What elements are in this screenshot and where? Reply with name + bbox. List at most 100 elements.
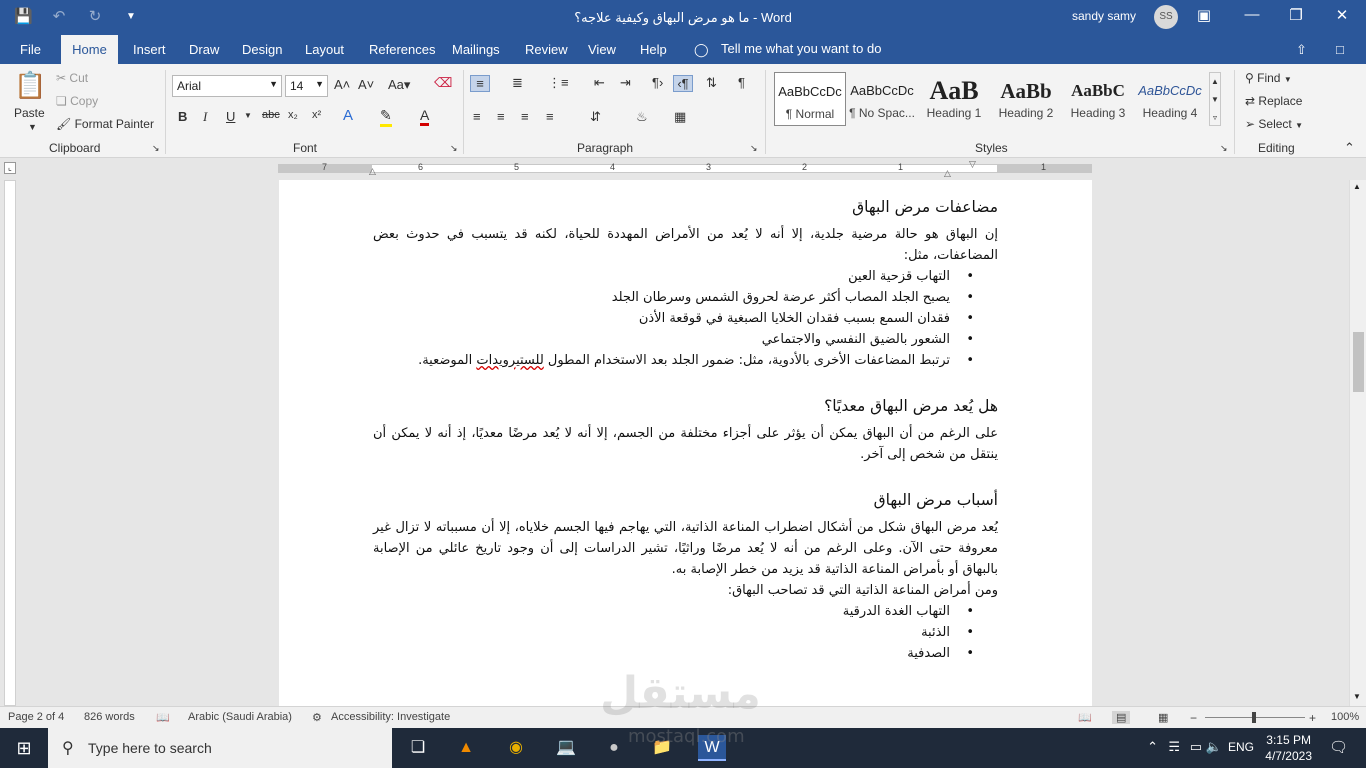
underline-chevron-icon[interactable]: ▼ [244,111,252,120]
bullets-icon[interactable]: ≡ [470,75,490,92]
language[interactable]: Arabic (Saudi Arabia) [188,711,292,723]
document-page[interactable]: مضاعفات مرض البهاق إن البهاق هو حالة مرض… [279,180,1092,706]
tab-draw[interactable]: Draw [189,42,219,57]
align-center-icon[interactable]: ≡ [497,109,505,124]
read-mode-icon[interactable]: 📖 [1078,711,1092,724]
line-spacing-icon[interactable]: ⇵ [590,109,601,125]
computer-icon[interactable]: 💻 [552,735,580,761]
highlight-icon[interactable]: ✎ [380,107,392,127]
avatar[interactable]: SS [1154,5,1178,29]
word-count[interactable]: 826 words [84,711,135,723]
vertical-scrollbar[interactable]: ▲ ▼ [1349,180,1366,706]
battery-icon[interactable]: ▭ [1190,739,1202,755]
justify-icon[interactable]: ≡ [546,109,554,124]
shrink-font-icon[interactable]: A˅ [358,77,374,92]
user-name[interactable]: sandy samy [1072,9,1136,23]
volume-icon[interactable]: 🔈 [1206,739,1222,755]
change-case-icon[interactable]: Aa▾ [388,77,410,93]
chevron-up-icon[interactable]: ⌃ [1147,739,1158,755]
collapse-ribbon-icon[interactable]: ⌃ [1344,140,1355,156]
style-heading-2[interactable]: AaBb Heading 2 [990,72,1062,126]
notification-icon[interactable]: 🗨 [1329,738,1348,756]
chrome-icon[interactable]: ◉ [502,735,530,761]
spelling-error[interactable]: للستيرويدات [476,353,543,368]
ribbon-display-icon[interactable]: ▣ [1194,6,1214,24]
tab-mailings[interactable]: Mailings [452,42,500,57]
tell-me-input[interactable]: Tell me what you want to do [721,41,881,56]
font-color-icon[interactable]: A [420,107,430,126]
dialog-launcher-icon[interactable]: ↘ [152,143,160,154]
copy-button[interactable]: ❏ Copy [56,94,98,108]
superscript-icon[interactable]: x² [312,109,321,121]
proofing-icon[interactable]: 📖 [156,711,170,724]
tab-help[interactable]: Help [640,42,667,57]
replace-button[interactable]: ⇄ Replace [1245,94,1302,108]
shading-icon[interactable]: ♨ [636,109,648,125]
page-count[interactable]: Page 2 of 4 [8,711,64,723]
style-heading-4[interactable]: AaBbCcDc Heading 4 [1134,72,1206,126]
paste-chevron-icon[interactable]: ▼ [28,122,37,132]
italic-icon[interactable]: I [203,109,207,125]
scroll-thumb[interactable] [1353,332,1364,392]
decrease-indent-icon[interactable]: ⇤ [594,75,605,91]
dialog-launcher-icon[interactable]: ↘ [450,143,458,154]
zoom-out-button[interactable]: − [1190,711,1197,725]
zoom-slider-thumb[interactable] [1252,712,1256,723]
align-right-icon[interactable]: ≡ [521,109,529,124]
strikethrough-icon[interactable]: abc [262,109,280,121]
numbering-icon[interactable]: ≣ [512,75,523,91]
accessibility-status[interactable]: Accessibility: Investigate [331,711,450,723]
ltr-icon[interactable]: ¶› [652,75,663,90]
sort-icon[interactable]: ⇅ [706,75,717,91]
tab-review[interactable]: Review [525,42,568,57]
bold-icon[interactable]: B [178,109,187,124]
share-icon[interactable]: ⇧ [1296,42,1307,58]
multilevel-list-icon[interactable]: ⋮≡ [548,75,569,91]
cut-button[interactable]: ✂ Cut [56,71,88,85]
scroll-up-icon[interactable]: ▲ [1353,182,1361,191]
network-icon[interactable]: ☴ [1168,739,1180,755]
document-body[interactable]: مضاعفات مرض البهاق إن البهاق هو حالة مرض… [373,180,998,664]
comments-icon[interactable]: □ [1336,42,1344,57]
rtl-icon[interactable]: ‹¶ [673,75,693,92]
paste-icon[interactable]: 📋 [14,70,46,101]
tab-layout[interactable]: Layout [305,42,344,57]
right-indent-marker[interactable]: △ [944,168,951,179]
taskbar-search[interactable]: ⚲ Type here to search [48,728,392,768]
clear-formatting-icon[interactable]: ⌫ [434,75,452,91]
tab-home[interactable]: Home [61,35,118,65]
tab-view[interactable]: View [588,42,616,57]
underline-icon[interactable]: U [226,109,235,124]
tab-selector-icon[interactable]: ⌞ [4,162,16,174]
left-indent-marker[interactable]: △ [369,166,376,177]
minimize-icon[interactable]: — [1242,6,1262,23]
find-button[interactable]: ⚲ Find ▼ [1245,71,1292,85]
zoom-level[interactable]: 100% [1331,711,1359,723]
style-normal[interactable]: AaBbCcDc ¶ Normal [774,72,846,126]
windows-start-icon[interactable]: ⊞ [0,728,48,768]
style-no-spacing[interactable]: AaBbCcDc ¶ No Spac... [846,72,918,126]
clock[interactable]: 3:15 PM 4/7/2023 [1265,732,1312,764]
dialog-launcher-icon[interactable]: ↘ [750,143,758,154]
align-left-icon[interactable]: ≡ [473,109,481,124]
input-language[interactable]: ENG [1228,740,1254,754]
text-effects-icon[interactable]: A [343,107,353,124]
styles-scroll[interactable]: ▲ ▼ ▿ [1209,72,1221,126]
app-icon[interactable]: ● [600,735,628,761]
font-name-combo[interactable]: Arial ▼ [172,75,282,97]
borders-icon[interactable]: ▦ [674,109,686,125]
font-size-combo[interactable]: 14 ▼ [285,75,328,97]
show-marks-icon[interactable]: ¶ [738,75,745,90]
vlc-icon[interactable]: ▲ [452,735,480,761]
tab-insert[interactable]: Insert [133,42,166,57]
format-painter-button[interactable]: 🖌 Format Painter [56,117,154,131]
print-layout-icon[interactable]: ▤ [1112,711,1131,724]
web-layout-icon[interactable]: ▦ [1158,711,1168,724]
select-button[interactable]: ➢ Select ▼ [1245,117,1303,131]
style-heading-3[interactable]: AaBbC Heading 3 [1062,72,1134,126]
paste-button[interactable]: Paste [14,106,45,120]
scroll-down-icon[interactable]: ▼ [1353,692,1361,701]
horizontal-ruler[interactable]: ⌞ 7 6 5 4 3 2 1 1 △ △ ▽ [0,158,1366,180]
dialog-launcher-icon[interactable]: ↘ [1220,143,1228,154]
vertical-ruler[interactable] [4,180,16,706]
